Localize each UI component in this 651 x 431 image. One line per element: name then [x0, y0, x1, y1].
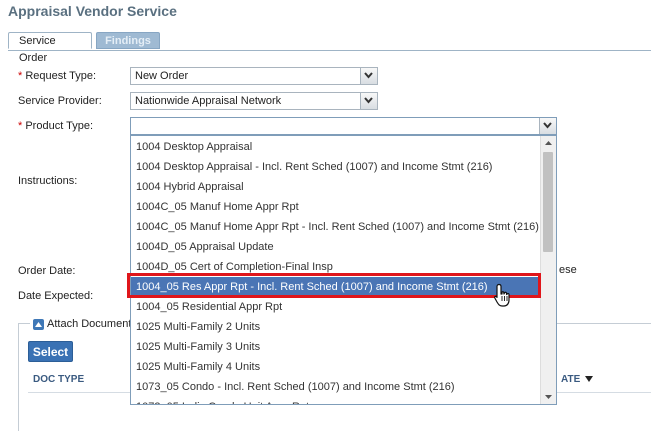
attach-documents-header: Attach Documents	[30, 318, 140, 330]
request-type-value: New Order	[135, 70, 189, 82]
dropdown-scrollbar[interactable]	[540, 136, 556, 404]
dropdown-option[interactable]: 1004 Hybrid Appraisal	[131, 177, 541, 197]
window-title: Appraisal Vendor Service	[8, 3, 177, 19]
product-type-label: * Product Type:	[18, 120, 94, 132]
service-provider-value: Nationwide Appraisal Network	[135, 95, 282, 107]
dropdown-option[interactable]: 1025 Multi-Family 4 Units	[131, 357, 541, 377]
dropdown-option[interactable]: 1025 Multi-Family 2 Units	[131, 317, 541, 337]
dropdown-option[interactable]: 1004C_05 Manuf Home Appr Rpt	[131, 197, 541, 217]
product-type-dropdown-list[interactable]: 1004 Desktop Appraisal 1004 Desktop Appra…	[130, 135, 557, 405]
dropdown-option[interactable]: 1073_05 Condo - Incl. Rent Sched (1007) …	[131, 377, 541, 397]
partial-label: ese	[559, 264, 577, 276]
dropdown-option[interactable]: 1004 Desktop Appraisal - Incl. Rent Sche…	[131, 157, 541, 177]
sort-down-icon	[585, 376, 594, 382]
dropdown-option[interactable]: 1004C_05 Manuf Home Appr Rpt - Incl. Ren…	[131, 217, 541, 237]
scrollbar-thumb[interactable]	[543, 152, 553, 252]
scroll-up-icon[interactable]	[541, 136, 556, 150]
dropdown-option[interactable]: 1004 Desktop Appraisal	[131, 137, 541, 157]
selection-highlight-box	[127, 273, 541, 298]
instructions-label: Instructions:	[18, 175, 78, 187]
request-type-label: * Request Type:	[18, 70, 97, 82]
hand-cursor-icon	[494, 283, 510, 307]
request-type-select[interactable]: New Order	[130, 67, 378, 85]
tab-service-order[interactable]: Service Order	[8, 32, 92, 64]
select-button[interactable]: Select	[28, 341, 73, 362]
chevron-down-icon[interactable]	[360, 68, 377, 84]
dropdown-option[interactable]: 1004D_05 Appraisal Update	[131, 237, 541, 257]
service-provider-label: Service Provider:	[18, 95, 102, 107]
date-expected-label: Date Expected:	[18, 290, 94, 302]
dropdown-option[interactable]: 1073_05 Indiv Condo Unit Appr Rpt	[131, 397, 541, 404]
chevron-down-icon[interactable]	[360, 93, 377, 109]
scroll-down-icon[interactable]	[541, 390, 556, 404]
attach-documents-title: Attach Documents	[47, 318, 137, 330]
tab-findings[interactable]: Findings	[96, 32, 160, 49]
collapse-icon[interactable]	[33, 318, 44, 330]
order-date-label: Order Date:	[18, 265, 76, 277]
tab-bar: Service Order Findings	[8, 32, 651, 64]
dropdown-option[interactable]: 1025 Multi-Family 3 Units	[131, 337, 541, 357]
dropdown-option[interactable]: 1004_05 Residential Appr Rpt	[131, 297, 541, 317]
service-provider-select[interactable]: Nationwide Appraisal Network	[130, 92, 378, 110]
col-doc-type[interactable]: DOC TYPE	[33, 374, 84, 385]
product-type-select[interactable]	[130, 117, 557, 135]
col-date-partial[interactable]: ATE	[561, 374, 594, 385]
chevron-down-icon[interactable]	[539, 118, 556, 134]
